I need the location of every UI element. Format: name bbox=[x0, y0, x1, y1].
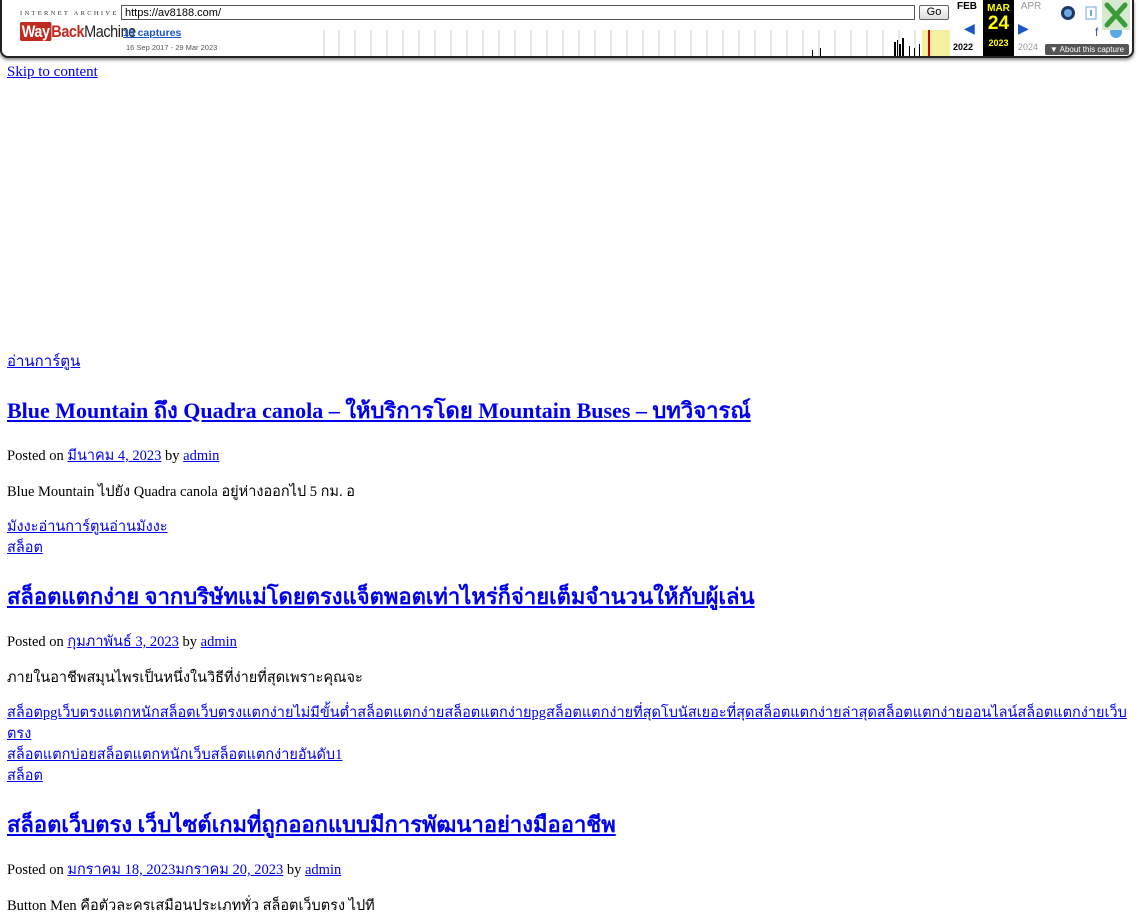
next-capture-arrow-icon[interactable]: ▶ bbox=[1018, 20, 1029, 37]
wayback-logo[interactable]: INTERNET ARCHIVE Way BackMachine bbox=[14, 4, 136, 48]
capture-date-range: 16 Sep 2017 - 29 Mar 2023 bbox=[126, 43, 218, 52]
sparkline-current-marker bbox=[928, 30, 930, 56]
sparkline-bars bbox=[812, 38, 920, 56]
post-meta: Posted on กุมภาพันธ์ 3, 2023 by admin bbox=[7, 632, 1135, 652]
post-article: สล็อตเว็บตรง เว็บไซต์เกมที่ถูกออกแบบมีกา… bbox=[7, 810, 1135, 916]
post-article: Blue Mountain ถึง Quadra canola – ให้บริ… bbox=[7, 396, 1135, 559]
post-tags: มังงะอ่านการ์ตูนอ่านมังงะ สล็อต bbox=[7, 517, 1135, 559]
category-link[interactable]: สล็อต bbox=[7, 766, 1135, 787]
sparkline-current-year bbox=[922, 30, 950, 56]
year-current: 2023 bbox=[988, 38, 1009, 48]
post-title: Blue Mountain ถึง Quadra canola – ให้บริ… bbox=[7, 396, 1135, 426]
month-prev[interactable]: FEB bbox=[950, 1, 984, 12]
post-date-link[interactable]: มีนาคม 4, 2023 bbox=[67, 448, 161, 464]
post-author-link[interactable]: admin bbox=[183, 448, 219, 464]
by-label: by bbox=[165, 448, 180, 464]
brand-back: Back bbox=[51, 22, 85, 41]
posted-on-label: Posted on bbox=[7, 634, 64, 650]
post-date-link[interactable]: กุมภาพันธ์ 3, 2023 bbox=[67, 634, 178, 650]
by-label: by bbox=[286, 862, 302, 878]
post-article: สล็อตแตกง่าย จากบริษัทแม่โดยตรงแจ็ตพอตเท… bbox=[7, 582, 1135, 787]
about-capture-button[interactable]: ▼ About this capture bbox=[1045, 44, 1129, 55]
year-prev[interactable]: 2022 bbox=[953, 42, 973, 52]
post-tags: สล็อตpgเว็บตรงแตกหนักสล็อตเว็บตรงแตกง่าย… bbox=[7, 703, 1135, 787]
post-excerpt: ภายในอาชีพสมุนไพรเป็นหนึ่งในวิธีที่ง่ายท… bbox=[7, 670, 363, 686]
prev-capture-arrow-icon[interactable]: ◀ bbox=[964, 20, 975, 37]
post-author-link[interactable]: admin bbox=[305, 862, 341, 878]
post-excerpt: Blue Mountain ไปยัง Quadra canola อยู่ห่… bbox=[7, 484, 355, 500]
post-meta: Posted on มกราคม 18, 2023มกราคม 20, 2023… bbox=[7, 860, 1135, 880]
wayback-toolbar: INTERNET ARCHIVE Way BackMachine https://… bbox=[0, 0, 1134, 58]
info-icon[interactable] bbox=[1085, 6, 1097, 20]
tag-link[interactable]: มังงะอ่านการ์ตูนอ่านมังงะ bbox=[7, 517, 1135, 538]
post-title: สล็อตเว็บตรง เว็บไซต์เกมที่ถูกออกแบบมีกา… bbox=[7, 810, 1135, 840]
current-capture-date: MAR 24 2023 bbox=[983, 0, 1014, 56]
post-date-link[interactable]: มกราคม 18, 2023มกราคม 20, 2023 bbox=[67, 862, 283, 878]
tag-link[interactable]: สล็อตpgเว็บตรงแตกหนักสล็อตเว็บตรงแตกง่าย… bbox=[7, 703, 1135, 745]
month-next: APR bbox=[1020, 1, 1042, 12]
posted-on-label: Posted on bbox=[7, 862, 64, 878]
skip-to-content-link[interactable]: Skip to content bbox=[7, 64, 98, 81]
go-button[interactable]: Go bbox=[919, 5, 949, 20]
post-title: สล็อตแตกง่าย จากบริษัทแม่โดยตรงแจ็ตพอตเท… bbox=[7, 582, 1135, 612]
brand-top-text: INTERNET ARCHIVE bbox=[20, 10, 119, 17]
posted-on-label: Posted on bbox=[7, 448, 64, 464]
post-author-link[interactable]: admin bbox=[201, 634, 237, 650]
url-input[interactable]: https://av8188.com/ bbox=[121, 5, 915, 20]
captures-link[interactable]: 19 captures bbox=[123, 27, 181, 39]
tag-link[interactable]: สล็อตแตกบ่อยสล็อตแตกหนักเว็บสล็อตแตกง่าย… bbox=[7, 745, 1135, 766]
main-content: อ่านการ์ตูน Blue Mountain ถึง Quadra can… bbox=[7, 349, 1135, 916]
post-title-link[interactable]: สล็อตเว็บตรง เว็บไซต์เกมที่ถูกออกแบบมีกา… bbox=[7, 812, 616, 837]
category-link[interactable]: สล็อต bbox=[7, 538, 1135, 559]
post-title-link[interactable]: สล็อตแตกง่าย จากบริษัทแม่โดยตรงแจ็ตพอตเท… bbox=[7, 584, 755, 609]
facebook-icon[interactable]: f bbox=[1095, 25, 1098, 39]
post-title-link[interactable]: Blue Mountain ถึง Quadra canola – ให้บริ… bbox=[7, 398, 751, 423]
sparkline-year-dividers bbox=[323, 30, 916, 56]
category-link-read-cartoon[interactable]: อ่านการ์ตูน bbox=[7, 349, 1135, 373]
close-icon[interactable] bbox=[1102, 0, 1130, 30]
help-icon[interactable] bbox=[1060, 5, 1076, 21]
wayback-wordmark: Way BackMachine bbox=[20, 20, 136, 44]
year-next: 2024 bbox=[1018, 42, 1039, 52]
post-meta: Posted on มีนาคม 4, 2023 by admin bbox=[7, 446, 1135, 466]
brand-way: Way bbox=[20, 22, 52, 41]
day-current: 24 bbox=[987, 13, 1010, 34]
capture-sparkline[interactable] bbox=[322, 30, 950, 56]
post-excerpt: Button Men คือตัวละครเสมือนประเภททั่ว สล… bbox=[7, 898, 375, 914]
by-label: by bbox=[182, 634, 198, 650]
